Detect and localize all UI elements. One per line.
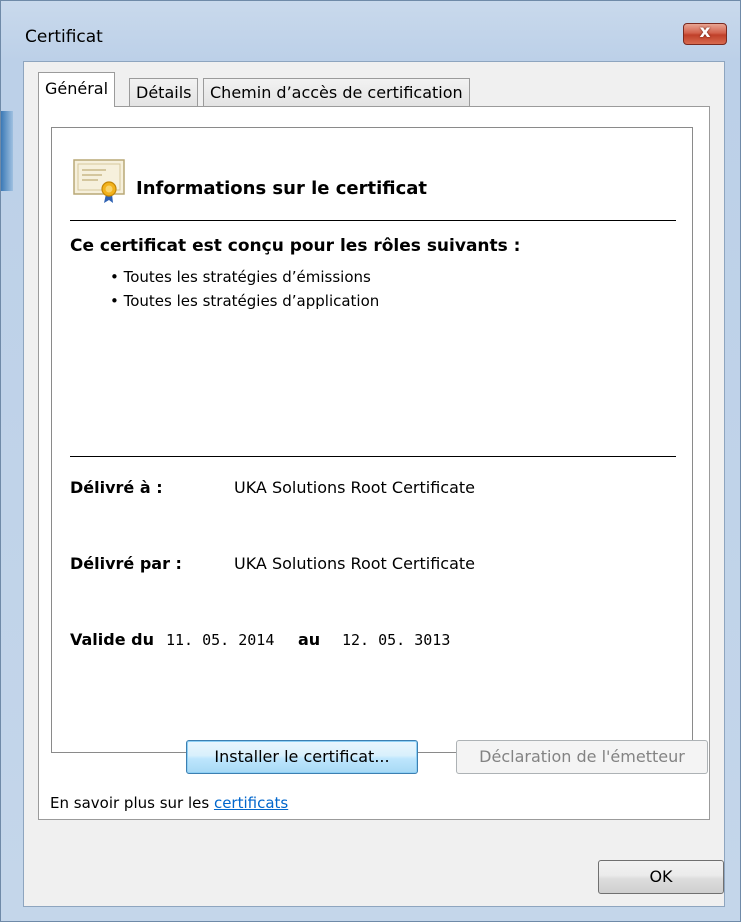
tab-details[interactable]: Détails	[129, 78, 199, 106]
dialog-body: Général Détails Chemin d’accès de certif…	[23, 61, 725, 907]
issuer-statement-button: Déclaration de l'émetteur	[456, 740, 708, 774]
tab-certification-path[interactable]: Chemin d’accès de certification	[203, 78, 470, 106]
ok-button[interactable]: OK	[598, 860, 724, 894]
divider-middle	[70, 456, 676, 457]
role-item: • Toutes les stratégies d’application	[110, 292, 380, 310]
close-icon: x	[699, 22, 711, 42]
window-edge-decoration	[1, 111, 13, 191]
divider-top	[70, 220, 676, 221]
valid-to-label: au	[298, 630, 321, 649]
roles-heading: Ce certificat est conçu pour les rôles s…	[70, 236, 521, 256]
issued-by-value: UKA Solutions Root Certificate	[234, 554, 475, 573]
close-button[interactable]: x	[683, 22, 727, 45]
certificate-info-box: Informations sur le certificat Ce certif…	[51, 127, 693, 753]
valid-to-value: 12. 05. 3013	[342, 631, 451, 649]
info-title: Informations sur le certificat	[136, 178, 428, 199]
certificates-link[interactable]: certificats	[214, 794, 288, 812]
certificate-window: Certificat x Général Détails Chemin d’ac…	[0, 0, 741, 922]
general-tab-panel: Informations sur le certificat Ce certif…	[38, 106, 710, 820]
learn-more-text: En savoir plus sur les certificats	[50, 794, 288, 812]
valid-from-value: 11. 05. 2014	[166, 631, 275, 649]
issued-to-value: UKA Solutions Root Certificate	[234, 478, 475, 497]
role-item: • Toutes les stratégies d’émissions	[110, 268, 371, 286]
title-bar[interactable]: Certificat x	[1, 1, 740, 61]
valid-from-label: Valide du	[70, 630, 154, 649]
issued-by-label: Délivré par :	[70, 554, 182, 573]
window-title: Certificat	[25, 27, 103, 47]
learn-more-prefix: En savoir plus sur les	[50, 794, 210, 812]
issued-to-label: Délivré à :	[70, 478, 163, 497]
tab-general[interactable]: Général	[38, 72, 116, 107]
certificate-icon	[73, 159, 125, 203]
install-certificate-button[interactable]: Installer le certificat...	[186, 740, 418, 774]
